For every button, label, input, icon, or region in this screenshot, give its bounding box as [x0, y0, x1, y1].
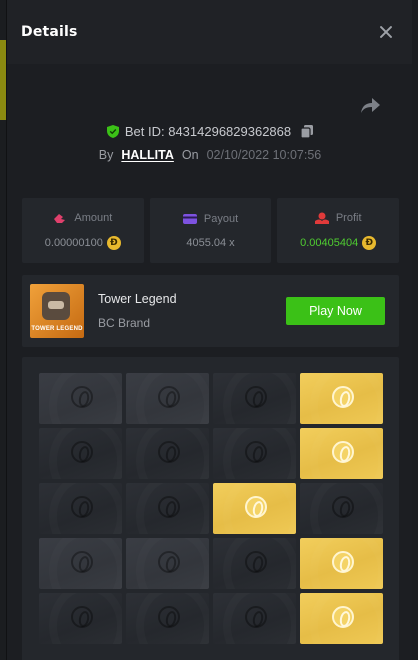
tile — [126, 373, 209, 424]
tile — [300, 538, 383, 589]
coin-icon — [158, 496, 180, 518]
coin-icon — [332, 496, 354, 518]
tile — [126, 593, 209, 644]
coin-icon — [332, 551, 354, 573]
profit-label-row: Profit — [314, 211, 362, 224]
tile — [213, 538, 296, 589]
profit-card: Profit 0.00405404 Ð — [277, 198, 400, 263]
coin-icon — [245, 606, 267, 628]
modal-title: Details — [21, 24, 78, 40]
payout-card: Payout 4055.04 x — [149, 198, 272, 263]
amount-label: Amount — [74, 211, 113, 224]
profit-value-row: 0.00405404 Ð — [300, 235, 377, 250]
bet-id: Bet ID: 84314296829362868 — [124, 124, 292, 139]
amount-card: Amount 0.00000100 Ð — [22, 198, 144, 263]
coin-icon — [71, 496, 93, 518]
game-thumbnail[interactable]: TOWER LEGEND — [30, 284, 84, 338]
coin-icon — [245, 386, 267, 408]
bet-meta-row: By HALLITA On 02/10/2022 10:07:56 — [7, 148, 412, 162]
play-now-button[interactable]: Play Now — [286, 297, 385, 325]
amount-label-row: Amount — [53, 212, 112, 224]
profit-value: 0.00405404 — [300, 236, 359, 249]
tile — [126, 428, 209, 479]
tile — [213, 483, 296, 534]
share-icon[interactable] — [360, 96, 382, 114]
payout-label: Payout — [203, 212, 239, 225]
payout-label-row: Payout — [182, 212, 239, 225]
bet-date: 02/10/2022 10:07:56 — [206, 148, 322, 162]
profit-icon — [314, 212, 329, 224]
amount-value-row: 0.00000100 Ð — [44, 235, 121, 250]
tile — [213, 373, 296, 424]
tile-grid — [39, 373, 383, 644]
coin-icon — [71, 551, 93, 573]
tile — [39, 538, 122, 589]
coin-icon — [158, 386, 180, 408]
coin-icon — [245, 551, 267, 573]
tile — [39, 428, 122, 479]
coin-icon — [245, 441, 267, 463]
coin-icon — [332, 606, 354, 628]
bet-amount-icon — [54, 213, 66, 223]
tile — [39, 483, 122, 534]
user-link[interactable]: HALLITA — [121, 148, 174, 162]
tile — [300, 373, 383, 424]
game-card: TOWER LEGEND Tower Legend BC Brand Play … — [22, 275, 399, 347]
tile — [300, 483, 383, 534]
coin-icon — [158, 606, 180, 628]
thumbnail-caption: TOWER LEGEND — [31, 326, 83, 332]
tile — [213, 428, 296, 479]
payout-value: 4055.04 x — [186, 236, 235, 249]
copy-icon[interactable] — [301, 125, 314, 138]
tower-board — [22, 357, 399, 660]
stats-row: Amount 0.00000100 Ð Payout 4055.04 x Pro… — [22, 198, 400, 263]
tile — [213, 593, 296, 644]
amount-value: 0.00000100 — [44, 236, 103, 249]
coin-icon — [158, 441, 180, 463]
details-modal: Details Bet ID: 84314296829362868 By HAL… — [6, 0, 412, 660]
close-icon[interactable] — [376, 22, 396, 42]
by-label: By — [98, 148, 114, 162]
coin-icon — [332, 441, 354, 463]
coin-icon — [71, 441, 93, 463]
coin-icon — [245, 496, 267, 518]
gorilla-icon — [42, 292, 70, 320]
tile — [39, 593, 122, 644]
tile — [300, 593, 383, 644]
on-label: On — [181, 148, 199, 162]
payout-value-row: 4055.04 x — [186, 237, 234, 249]
coin-icon — [71, 606, 93, 628]
tile — [300, 428, 383, 479]
coin-icon — [332, 386, 354, 408]
tile — [126, 483, 209, 534]
tile — [39, 373, 122, 424]
game-name[interactable]: Tower Legend — [98, 292, 177, 306]
coin-icon: Ð — [362, 235, 377, 250]
modal-header: Details — [7, 0, 412, 64]
tile — [126, 538, 209, 589]
coin-icon — [158, 551, 180, 573]
coin-icon: Ð — [106, 235, 121, 250]
game-brand: BC Brand — [98, 316, 151, 330]
profit-label: Profit — [335, 211, 362, 224]
game-info: Tower Legend BC Brand — [98, 292, 177, 330]
shield-check-icon — [106, 125, 119, 138]
coin-icon — [71, 386, 93, 408]
bet-id-row: Bet ID: 84314296829362868 — [7, 124, 412, 139]
wallet-icon — [182, 213, 197, 224]
